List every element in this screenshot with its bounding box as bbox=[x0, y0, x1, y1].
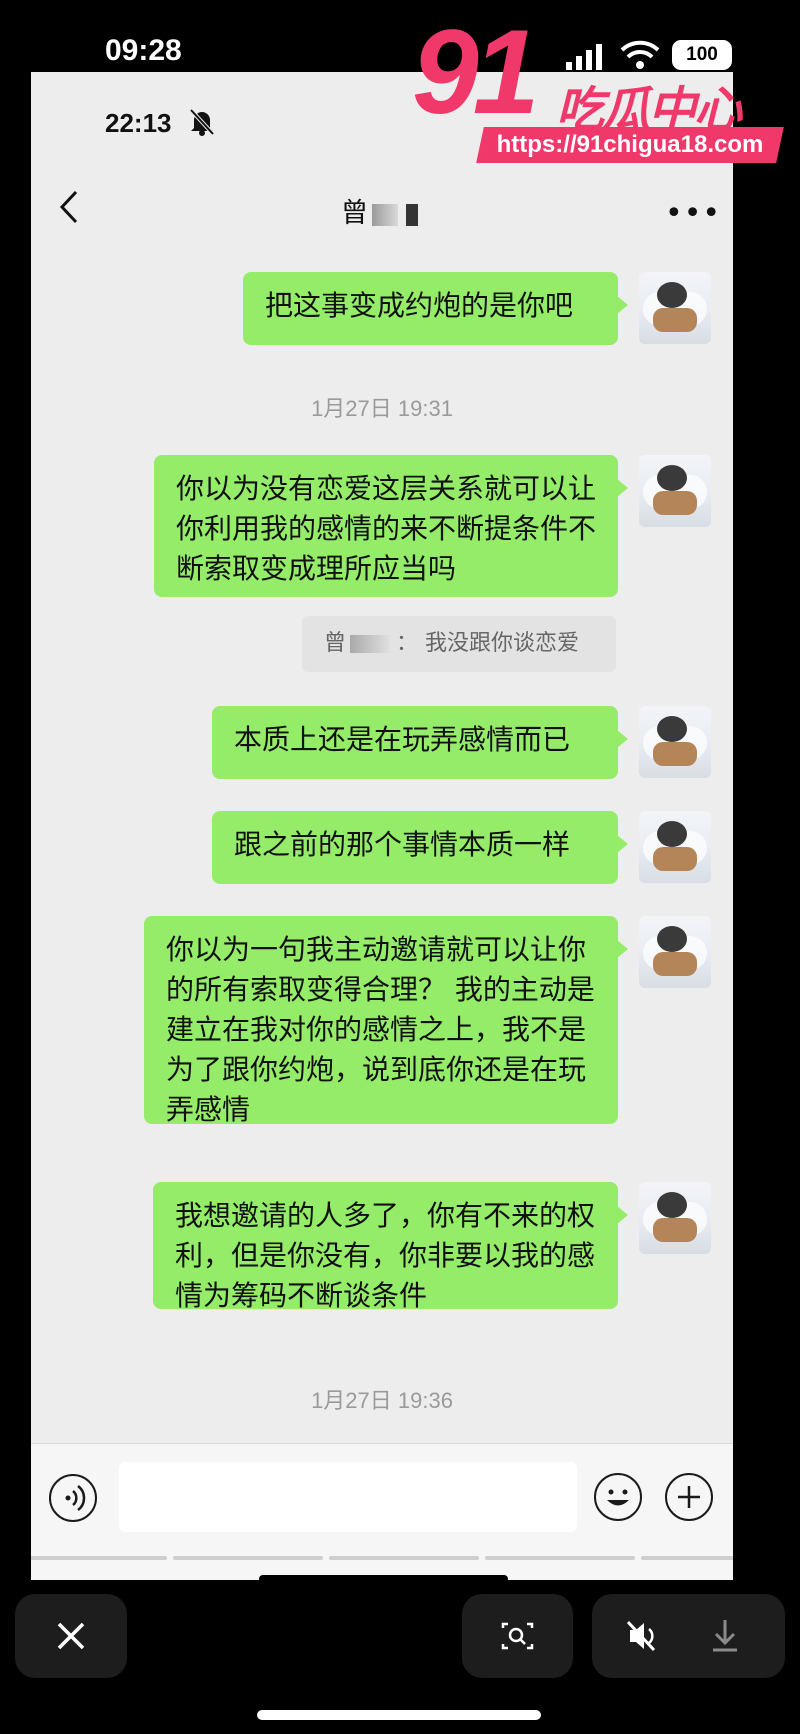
close-button[interactable] bbox=[15, 1594, 127, 1678]
quote-text: ： 我没跟你谈恋爱 bbox=[396, 631, 580, 656]
inner-home-indicator bbox=[259, 1575, 508, 1583]
battery-indicator: 100 bbox=[672, 40, 732, 70]
add-attachment-icon[interactable] bbox=[665, 1473, 713, 1521]
message-bubble[interactable]: 我想邀请的人多了，你有不来的权利，但是你没有，你非要以我的感情为筹码不断谈条件 bbox=[153, 1182, 628, 1312]
user-avatar[interactable] bbox=[639, 916, 711, 988]
message-input[interactable] bbox=[119, 1462, 577, 1532]
message-bubble[interactable]: 跟之前的那个事情本质一样 bbox=[212, 811, 628, 884]
voice-input-icon[interactable] bbox=[49, 1474, 97, 1522]
download-icon[interactable] bbox=[689, 1594, 785, 1678]
quote-name: 曾 bbox=[324, 631, 347, 656]
user-avatar[interactable] bbox=[639, 706, 711, 778]
home-indicator bbox=[257, 1710, 541, 1720]
inner-status-time: 22:13 bbox=[105, 108, 172, 138]
user-avatar[interactable] bbox=[639, 811, 711, 883]
signal-icon bbox=[566, 44, 602, 70]
close-icon bbox=[57, 1622, 85, 1650]
message-bubble[interactable]: 把这事变成约炮的是你吧 bbox=[243, 272, 628, 345]
chat-timestamp: 1月27日 19:31 bbox=[311, 396, 453, 421]
wifi-icon bbox=[620, 40, 660, 69]
scan-search-icon bbox=[501, 1622, 534, 1650]
message-bubble[interactable]: 本质上还是在玩弄感情而已 bbox=[212, 706, 628, 779]
visual-search-button[interactable] bbox=[462, 1594, 573, 1678]
message-bubble[interactable]: 你以为一句我主动邀请就可以让你的所有索取变得合理？ 我的主动是建立在我对你的感情… bbox=[144, 916, 628, 1126]
chat-timestamp: 1月27日 19:36 bbox=[311, 1388, 453, 1413]
message-text: 我想邀请的人多了，你有不来的权利，但是你没有，你非要以我的感情为筹码不断谈条件 bbox=[175, 1199, 596, 1312]
message-bubble[interactable]: 你以为没有恋爱这层关系就可以让你利用我的感情的来不断提条件不断索取变成理所应当吗 bbox=[154, 455, 628, 597]
user-avatar[interactable] bbox=[639, 272, 711, 344]
status-time: 09:28 bbox=[105, 34, 182, 67]
watermark-number: 91 bbox=[412, 5, 540, 139]
contact-name: 曾 bbox=[341, 191, 418, 230]
message-text: 你以为没有恋爱这层关系就可以让你利用我的感情的来不断提条件不断索取变成理所应当吗 bbox=[176, 472, 597, 585]
story-progress bbox=[31, 1556, 733, 1561]
message-text: 本质上还是在玩弄感情而已 bbox=[234, 723, 571, 756]
user-avatar[interactable] bbox=[639, 455, 711, 527]
mute-icon[interactable] bbox=[592, 1594, 688, 1678]
message-text: 你以为一句我主动邀请就可以让你的所有索取变得合理？ 我的主动是建立在我对你的感情… bbox=[166, 933, 595, 1126]
back-chevron-icon[interactable] bbox=[59, 190, 79, 224]
quoted-message[interactable]: 曾 ： 我没跟你谈恋爱 bbox=[302, 616, 616, 672]
emoji-icon[interactable] bbox=[594, 1473, 642, 1521]
message-text: 把这事变成约炮的是你吧 bbox=[265, 289, 574, 322]
more-options-icon[interactable]: ••• bbox=[665, 196, 721, 231]
watermark-url: https://91chigua18.com bbox=[476, 127, 784, 163]
message-text: 跟之前的那个事情本质一样 bbox=[234, 828, 571, 861]
media-actions bbox=[592, 1594, 785, 1678]
chat-screenshot: 22:13 曾 ••• 把这事变成约炮的是你吧 1月27日 19:31 你以为没… bbox=[31, 72, 733, 1580]
mute-bell-icon bbox=[189, 108, 215, 136]
user-avatar[interactable] bbox=[639, 1182, 711, 1254]
